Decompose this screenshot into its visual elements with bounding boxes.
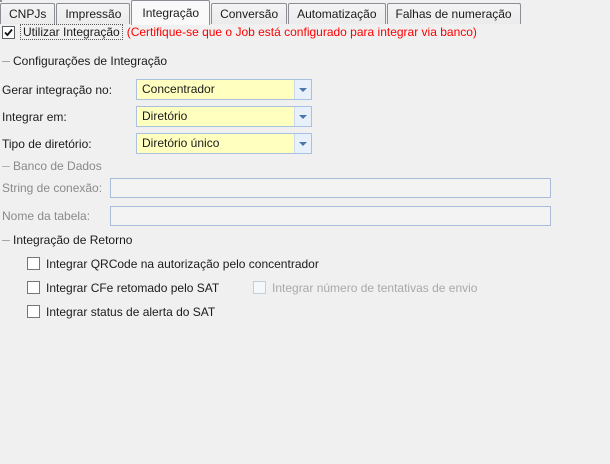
- tab-automatizacao[interactable]: Automatização: [288, 3, 385, 24]
- tab-conversao[interactable]: Conversão: [211, 3, 287, 24]
- integrar-cfe-checkbox-item[interactable]: Integrar CFe retomado pelo SAT: [27, 280, 219, 295]
- integrar-tentativas-checkbox: [253, 281, 266, 294]
- table-name-row: Nome da tabela:: [2, 206, 551, 226]
- tab-integracao[interactable]: Integração: [131, 0, 210, 25]
- integrar-em-label: Integrar em:: [2, 110, 136, 124]
- tipo-diretorio-value: Diretório único: [137, 134, 219, 153]
- connection-string-row: String de conexão:: [2, 178, 551, 198]
- integrar-qrcode-checkbox[interactable]: [27, 257, 40, 270]
- table-name-input: [110, 206, 551, 226]
- utilizar-integracao-row[interactable]: Utilizar Integração (Certifique-se que o…: [2, 24, 477, 40]
- integrar-status-alerta-label: Integrar status de alerta do SAT: [46, 305, 215, 319]
- integrar-em-row: Integrar em: Diretório: [2, 106, 312, 127]
- integrar-em-combobox[interactable]: Diretório: [136, 106, 312, 127]
- integrar-status-alerta-checkbox[interactable]: [27, 305, 40, 318]
- gerar-integracao-value: Concentrador: [137, 80, 215, 99]
- chevron-down-icon: [299, 88, 307, 92]
- integrar-em-dropdown-button[interactable]: [294, 107, 311, 126]
- return-group-title: Integração de Retorno: [13, 233, 132, 247]
- utilizar-integracao-checkbox[interactable]: [2, 26, 15, 39]
- settings-group-header: Configurações de Integração: [2, 54, 172, 68]
- integrar-qrcode-label: Integrar QRCode na autorização pelo conc…: [46, 257, 319, 271]
- gerar-integracao-row: Gerar integração no: Concentrador: [2, 79, 312, 100]
- tipo-diretorio-row: Tipo de diretório: Diretório único: [2, 133, 312, 154]
- integration-warning-text: (Certifique-se que o Job está configurad…: [127, 25, 477, 39]
- database-group-header: Banco de Dados: [2, 159, 107, 173]
- integrar-status-alerta-checkbox-item[interactable]: Integrar status de alerta do SAT: [27, 304, 215, 319]
- integrar-tentativas-label: Integrar número de tentativas de envio: [272, 281, 477, 295]
- connection-string-input: [110, 178, 551, 198]
- tipo-diretorio-label: Tipo de diretório:: [2, 137, 136, 151]
- gerar-integracao-label: Gerar integração no:: [2, 83, 136, 97]
- check-icon: [3, 27, 14, 38]
- utilizar-integracao-label: Utilizar Integração: [20, 24, 123, 40]
- integrar-cfe-label: Integrar CFe retomado pelo SAT: [46, 281, 219, 295]
- integrar-cfe-checkbox[interactable]: [27, 281, 40, 294]
- tab-cnpjs[interactable]: CNPJs: [0, 3, 55, 24]
- return-group-header: Integração de Retorno: [2, 233, 137, 247]
- database-group-title: Banco de Dados: [13, 159, 102, 173]
- integrar-qrcode-checkbox-item[interactable]: Integrar QRCode na autorização pelo conc…: [27, 256, 319, 271]
- tab-falhas-de-numeracao[interactable]: Falhas de numeração: [387, 3, 521, 24]
- connection-string-label: String de conexão:: [2, 181, 110, 195]
- table-name-label: Nome da tabela:: [2, 209, 110, 223]
- integrar-em-value: Diretório: [137, 107, 187, 126]
- settings-group-title: Configurações de Integração: [13, 54, 167, 68]
- chevron-down-icon: [299, 115, 307, 119]
- tab-strip: CNPJs Impressão Integração Conversão Aut…: [0, 0, 522, 24]
- gerar-integracao-dropdown-button[interactable]: [294, 80, 311, 99]
- integrar-tentativas-checkbox-item: Integrar número de tentativas de envio: [253, 280, 477, 295]
- integration-content: Utilizar Integração (Certifique-se que o…: [2, 24, 607, 460]
- tipo-diretorio-combobox[interactable]: Diretório único: [136, 133, 312, 154]
- tab-impressao[interactable]: Impressão: [56, 3, 130, 24]
- tipo-diretorio-dropdown-button[interactable]: [294, 134, 311, 153]
- chevron-down-icon: [299, 142, 307, 146]
- gerar-integracao-combobox[interactable]: Concentrador: [136, 79, 312, 100]
